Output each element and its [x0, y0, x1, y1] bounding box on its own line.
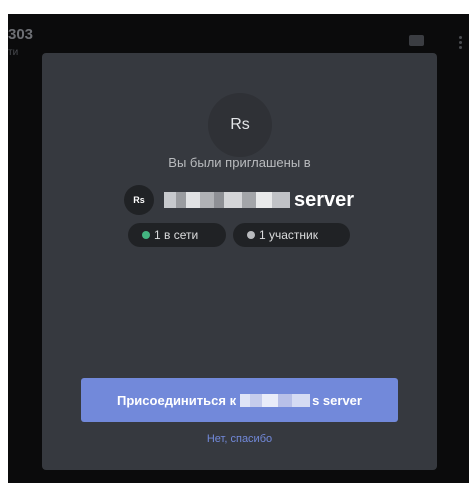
online-count: 1 в сети — [154, 228, 199, 242]
redacted-server-name — [240, 393, 311, 407]
background-channel-subtitle: ти — [8, 47, 19, 58]
member-status-icon — [247, 231, 255, 239]
member-count: 1 участник — [259, 228, 319, 242]
kebab-menu-icon[interactable] — [459, 36, 462, 39]
online-count-badge: 1 в сети — [128, 223, 226, 247]
redacted-server-name — [164, 192, 290, 208]
server-avatar: Rs — [208, 93, 272, 157]
join-button-suffix: s server — [312, 392, 362, 408]
invite-label: Вы были приглашены в — [168, 155, 311, 170]
server-name-row: Rs server — [124, 184, 354, 216]
server-small-avatar: Rs — [124, 185, 154, 215]
join-button-prefix: Присоединиться к — [117, 392, 237, 408]
server-name: server — [294, 188, 355, 211]
background-channel-title: 303 — [8, 26, 34, 43]
online-status-icon — [142, 231, 150, 239]
server-avatar-initials: Rs — [230, 116, 250, 133]
decline-link[interactable]: Нет, спасибо — [42, 433, 437, 445]
member-count-badge: 1 участник — [233, 223, 350, 247]
join-server-button[interactable]: Присоединиться к s server — [81, 378, 398, 422]
invite-modal: Rs Вы были приглашены в Rs server 1 в се… — [42, 53, 437, 470]
server-small-avatar-initials: Rs — [133, 195, 145, 205]
server-stats: 1 в сети 1 участник — [128, 223, 350, 247]
chat-bubble-icon[interactable] — [409, 35, 424, 46]
